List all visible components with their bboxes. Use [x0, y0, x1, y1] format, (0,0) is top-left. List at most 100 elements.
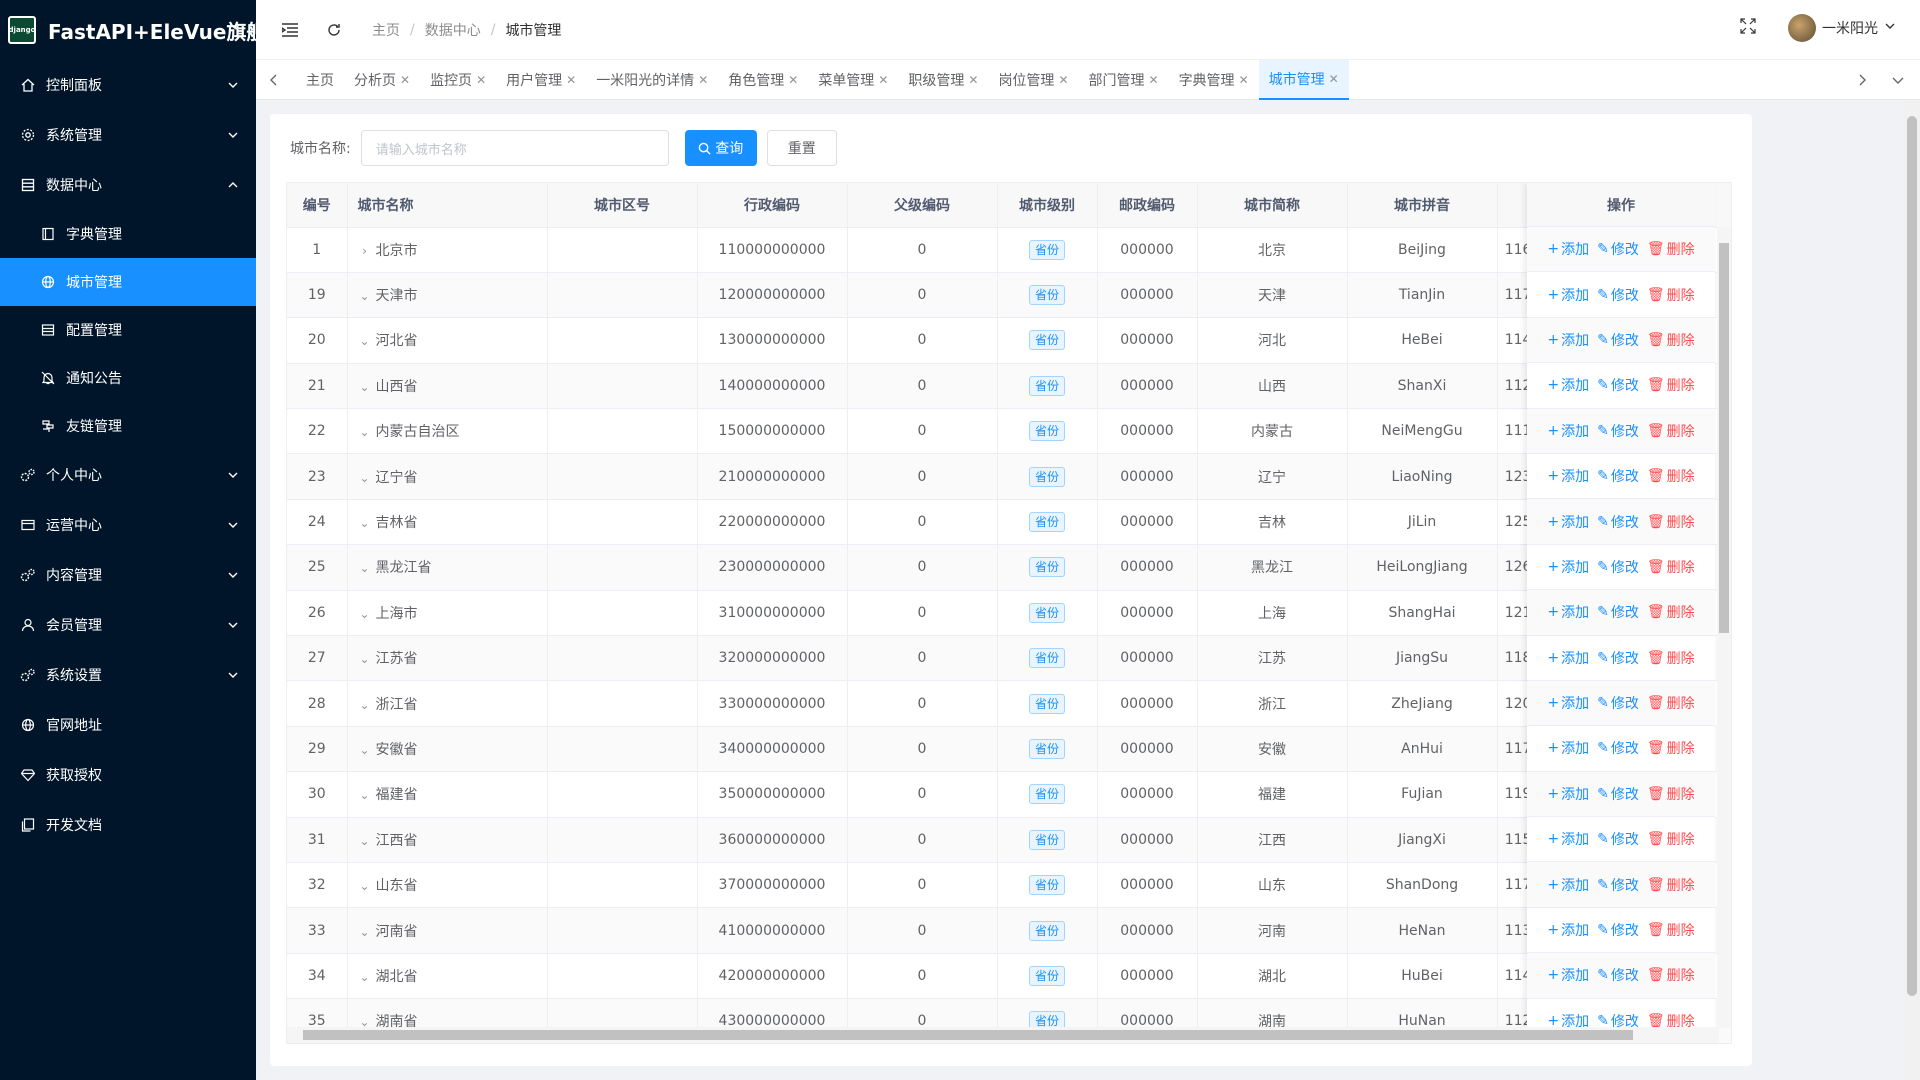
delete-button[interactable]: 🗑 删除	[1647, 239, 1695, 259]
tab[interactable]: 菜单管理 ✕	[808, 60, 898, 100]
edit-button[interactable]: ✎ 修改	[1597, 648, 1639, 668]
sidebar-item[interactable]: 会员管理	[0, 600, 256, 650]
delete-button[interactable]: 🗑 删除	[1647, 602, 1695, 622]
add-button[interactable]: + 添加	[1547, 466, 1589, 486]
delete-button[interactable]: 🗑 删除	[1647, 784, 1695, 804]
chevron-right-icon[interactable]: ›	[358, 244, 372, 258]
tab[interactable]: 一米阳光的详情 ✕	[586, 60, 718, 100]
edit-button[interactable]: ✎ 修改	[1597, 375, 1639, 395]
tab[interactable]: 主页	[296, 60, 344, 100]
add-button[interactable]: + 添加	[1547, 920, 1589, 940]
tab[interactable]: 城市管理 ✕	[1258, 60, 1349, 100]
query-button[interactable]: 查询	[684, 130, 757, 166]
tab[interactable]: 角色管理 ✕	[718, 60, 808, 100]
chevron-down-icon[interactable]: ⌄	[358, 743, 372, 757]
add-button[interactable]: + 添加	[1547, 648, 1589, 668]
menu-fold-icon[interactable]	[280, 20, 300, 40]
sidebar-subitem[interactable]: 城市管理	[0, 258, 256, 306]
chevron-down-icon[interactable]	[1884, 20, 1896, 36]
delete-button[interactable]: 🗑 删除	[1647, 875, 1695, 895]
table-horizontal-scrollbar[interactable]	[287, 1027, 1719, 1043]
chevron-down-icon[interactable]: ⌄	[358, 652, 372, 666]
delete-button[interactable]: 🗑 删除	[1647, 693, 1695, 713]
breadcrumb-data-center[interactable]: 数据中心	[425, 20, 481, 40]
edit-button[interactable]: ✎ 修改	[1597, 965, 1639, 985]
chevron-down-icon[interactable]: ⌄	[358, 879, 372, 893]
add-button[interactable]: + 添加	[1547, 557, 1589, 577]
edit-button[interactable]: ✎ 修改	[1597, 285, 1639, 305]
edit-button[interactable]: ✎ 修改	[1597, 239, 1639, 259]
city-name-input[interactable]: 请输入城市名称	[360, 130, 669, 166]
edit-button[interactable]: ✎ 修改	[1597, 557, 1639, 577]
tab[interactable]: 部门管理 ✕	[1079, 60, 1169, 100]
tab[interactable]: 用户管理 ✕	[496, 60, 586, 100]
delete-button[interactable]: 🗑 删除	[1647, 330, 1695, 350]
add-button[interactable]: + 添加	[1547, 784, 1589, 804]
add-button[interactable]: + 添加	[1547, 239, 1589, 259]
edit-button[interactable]: ✎ 修改	[1597, 466, 1639, 486]
chevron-down-icon[interactable]: ⌄	[358, 334, 372, 348]
edit-button[interactable]: ✎ 修改	[1597, 875, 1639, 895]
breadcrumb-home[interactable]: 主页	[372, 20, 400, 40]
chevron-down-icon[interactable]: ⌄	[358, 970, 372, 984]
delete-button[interactable]: 🗑 删除	[1647, 421, 1695, 441]
edit-button[interactable]: ✎ 修改	[1597, 602, 1639, 622]
delete-button[interactable]: 🗑 删除	[1647, 738, 1695, 758]
sidebar-subitem[interactable]: 配置管理	[0, 306, 256, 354]
add-button[interactable]: + 添加	[1547, 829, 1589, 849]
close-icon[interactable]: ✕	[878, 73, 888, 87]
delete-button[interactable]: 🗑 删除	[1647, 466, 1695, 486]
close-icon[interactable]: ✕	[1058, 73, 1068, 87]
chevron-down-icon[interactable]: ⌄	[358, 516, 372, 530]
chevron-down-icon[interactable]: ⌄	[358, 471, 372, 485]
close-icon[interactable]: ✕	[476, 73, 486, 87]
chevron-down-icon[interactable]: ⌄	[358, 425, 372, 439]
table-vertical-scrollbar[interactable]	[1717, 227, 1731, 1028]
refresh-icon[interactable]	[324, 20, 344, 40]
edit-button[interactable]: ✎ 修改	[1597, 784, 1639, 804]
scrollbar-thumb[interactable]	[1907, 116, 1917, 996]
delete-button[interactable]: 🗑 删除	[1647, 920, 1695, 940]
add-button[interactable]: + 添加	[1547, 421, 1589, 441]
username[interactable]: 一米阳光	[1822, 18, 1878, 38]
sidebar-item[interactable]: 内容管理	[0, 550, 256, 600]
scrollbar-thumb[interactable]	[1719, 243, 1729, 633]
reset-button[interactable]: 重置	[766, 130, 837, 166]
edit-button[interactable]: ✎ 修改	[1597, 512, 1639, 532]
tabs-scroll-left-icon[interactable]	[266, 72, 282, 88]
close-icon[interactable]: ✕	[400, 73, 410, 87]
chevron-down-icon[interactable]: ⌄	[358, 788, 372, 802]
chevron-down-icon[interactable]: ⌄	[358, 289, 372, 303]
sidebar-item[interactable]: 官网地址	[0, 700, 256, 750]
delete-button[interactable]: 🗑 删除	[1647, 557, 1695, 577]
add-button[interactable]: + 添加	[1547, 512, 1589, 532]
fullscreen-icon[interactable]	[1740, 18, 1756, 38]
sidebar-item[interactable]: 获取授权	[0, 750, 256, 800]
close-icon[interactable]: ✕	[788, 73, 798, 87]
tabs-scroll-right-icon[interactable]	[1854, 72, 1870, 88]
sidebar-item[interactable]: 系统管理	[0, 110, 256, 160]
add-button[interactable]: + 添加	[1547, 738, 1589, 758]
sidebar-item[interactable]: 运营中心	[0, 500, 256, 550]
delete-button[interactable]: 🗑 删除	[1647, 285, 1695, 305]
sidebar-item[interactable]: 控制面板	[0, 60, 256, 110]
close-icon[interactable]: ✕	[968, 73, 978, 87]
sidebar-subitem[interactable]: 通知公告	[0, 354, 256, 402]
close-icon[interactable]: ✕	[1239, 73, 1249, 87]
page-vertical-scrollbar[interactable]	[1904, 100, 1920, 1080]
sidebar-subitem[interactable]: 字典管理	[0, 210, 256, 258]
add-button[interactable]: + 添加	[1547, 330, 1589, 350]
tab[interactable]: 监控页 ✕	[420, 60, 496, 100]
edit-button[interactable]: ✎ 修改	[1597, 693, 1639, 713]
chevron-down-icon[interactable]: ⌄	[358, 925, 372, 939]
add-button[interactable]: + 添加	[1547, 965, 1589, 985]
chevron-down-icon[interactable]: ⌄	[358, 607, 372, 621]
edit-button[interactable]: ✎ 修改	[1597, 738, 1639, 758]
close-icon[interactable]: ✕	[1329, 72, 1339, 86]
edit-button[interactable]: ✎ 修改	[1597, 829, 1639, 849]
delete-button[interactable]: 🗑 删除	[1647, 512, 1695, 532]
sidebar-item[interactable]: 数据中心	[0, 160, 256, 210]
edit-button[interactable]: ✎ 修改	[1597, 421, 1639, 441]
tab[interactable]: 字典管理 ✕	[1169, 60, 1259, 100]
avatar[interactable]	[1788, 14, 1816, 42]
